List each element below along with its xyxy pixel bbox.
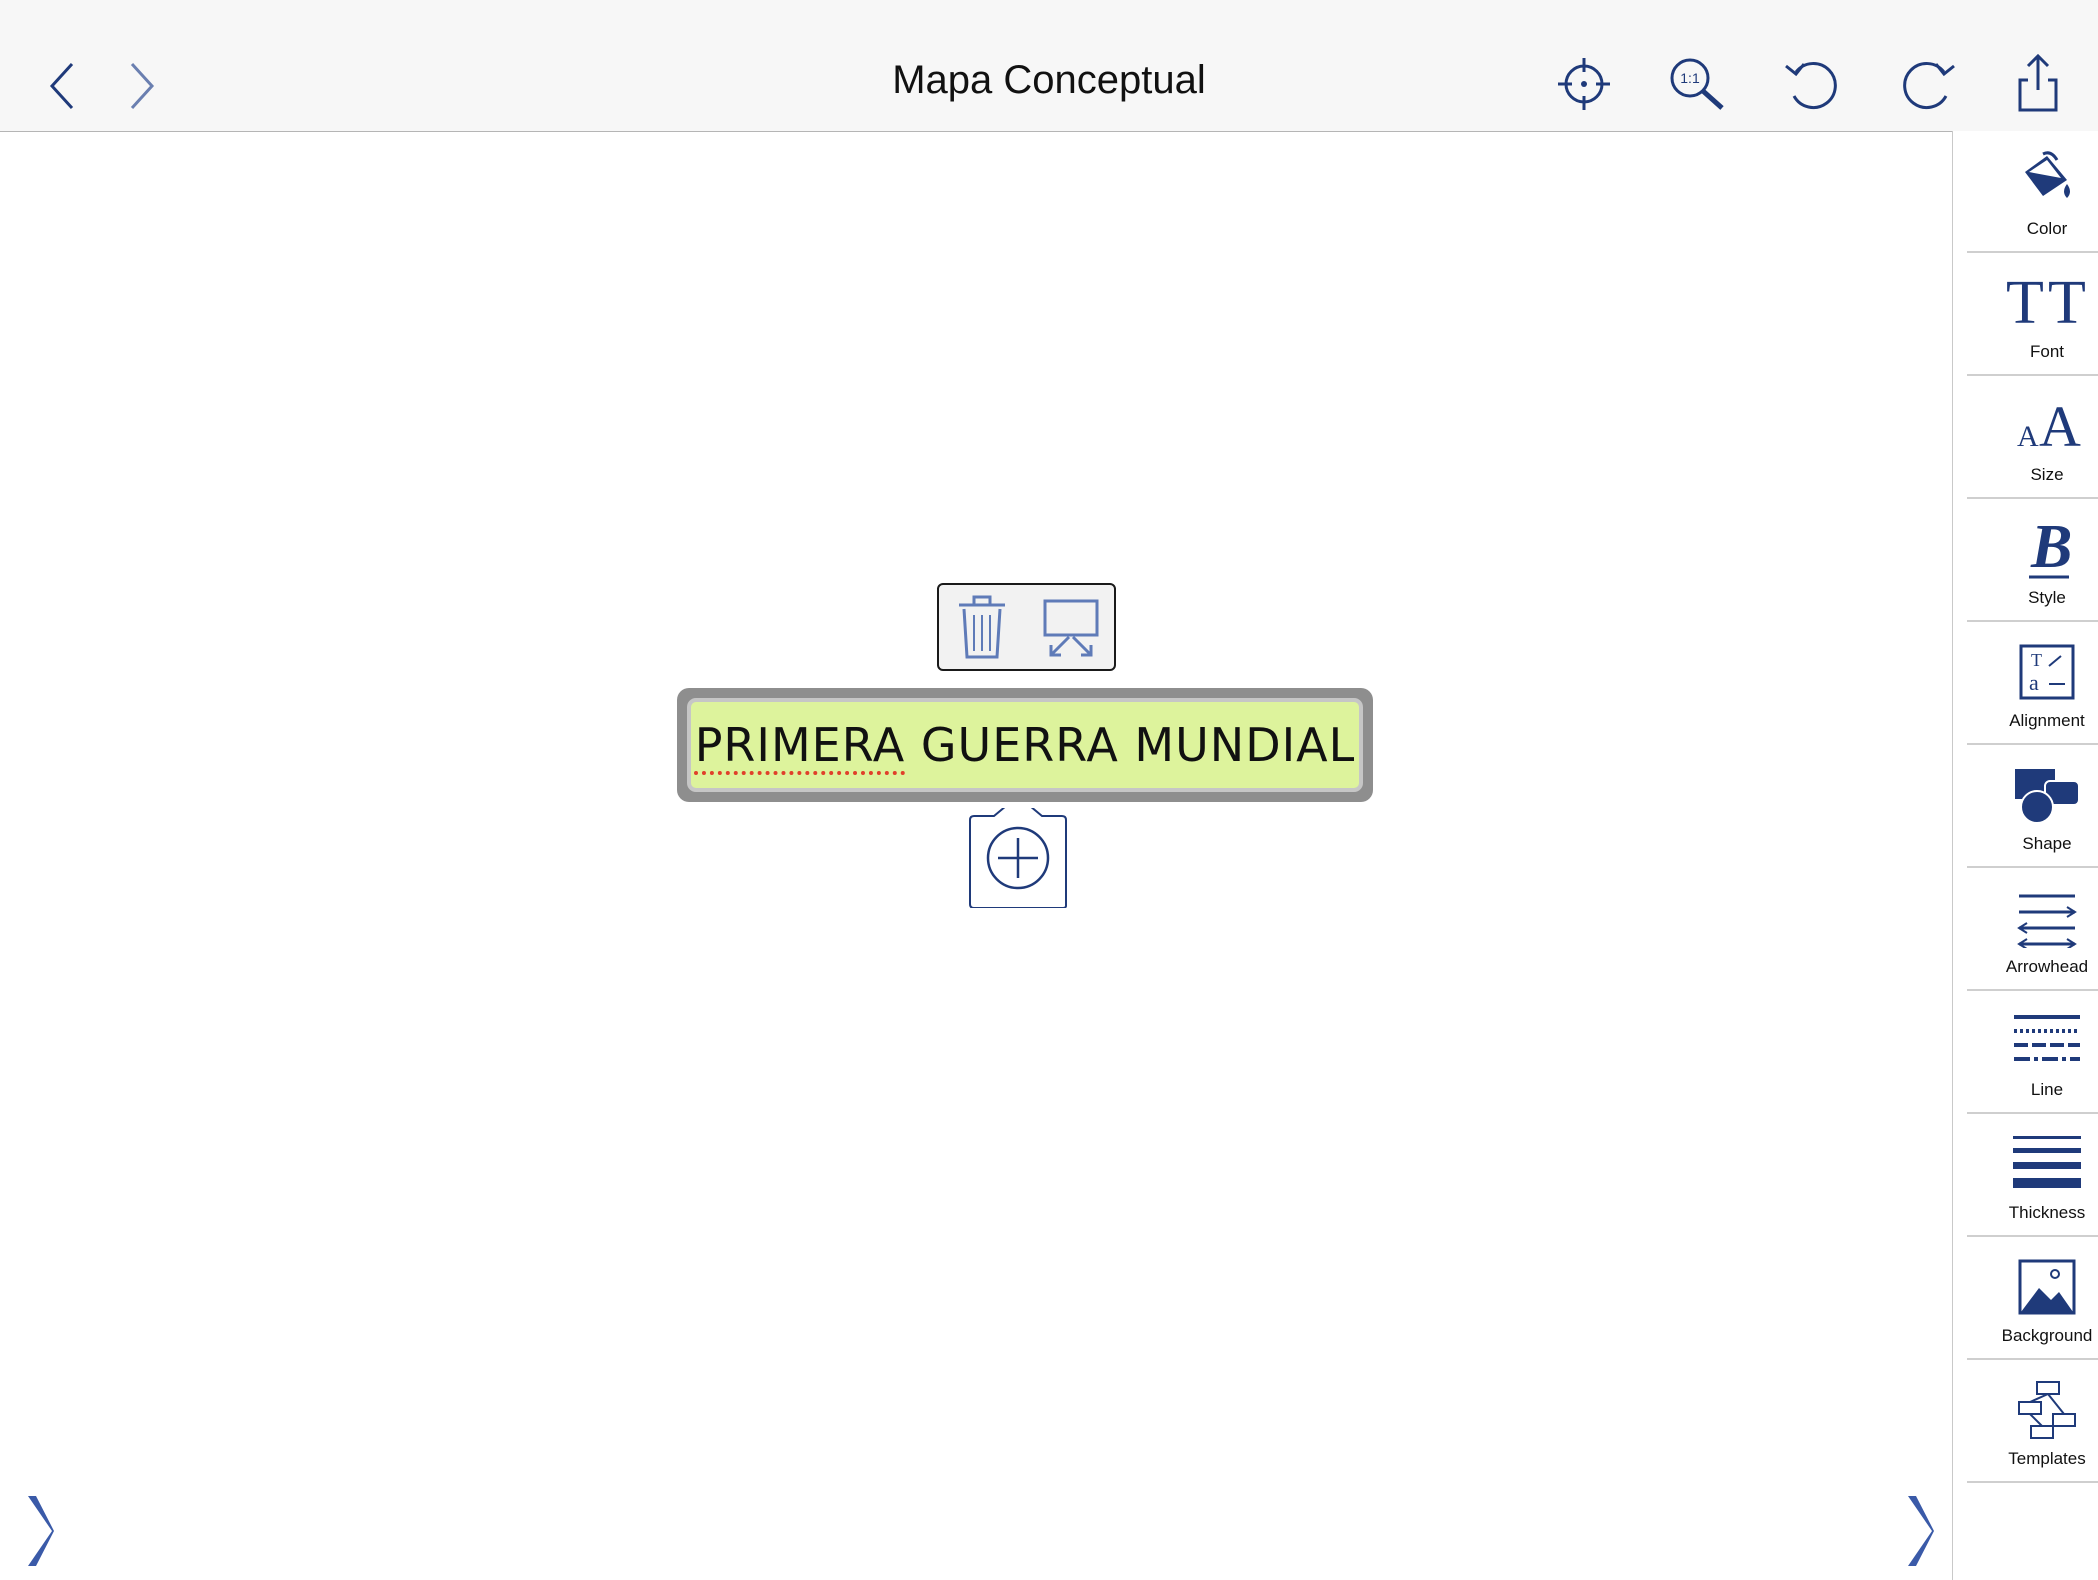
svg-text:a: a: [2029, 670, 2039, 695]
sidebar-item-label: Shape: [2022, 834, 2072, 853]
redo-button[interactable]: [1898, 58, 1958, 110]
divider: [1967, 989, 2098, 991]
trash-icon: [959, 595, 1005, 659]
share-icon: [2018, 54, 2058, 112]
sidebar-item-label: Color: [2026, 219, 2068, 238]
redo-icon: [1903, 62, 1955, 110]
chevron-right-icon: [1908, 1496, 1934, 1566]
sidebar-item-label: Templates: [2008, 1449, 2086, 1468]
divider: [1967, 1235, 2098, 1237]
background-image-icon: [2018, 1259, 2076, 1315]
sidebar-item-background[interactable]: Background: [1967, 1238, 2098, 1360]
line-style-icon: [2014, 1015, 2080, 1061]
format-sidebar: Color T T Font A A Size B Style T a Alig…: [1952, 131, 2098, 1580]
divider: [1967, 1358, 2098, 1360]
delete-node-button[interactable]: [957, 595, 1007, 659]
sidebar-item-font[interactable]: T T Font: [1967, 254, 2098, 376]
sidebar-item-line[interactable]: Line: [1967, 992, 2098, 1114]
bold-icon: B: [2029, 517, 2072, 581]
undo-icon: [1785, 62, 1837, 110]
sidebar-item-shape[interactable]: Shape: [1967, 746, 2098, 868]
svg-text:T: T: [2031, 650, 2042, 670]
zoom-reset-button[interactable]: 1:1: [1668, 56, 1726, 112]
plus-circle-icon: [969, 794, 1067, 909]
zoom-1-1-icon: 1:1: [1670, 58, 1724, 110]
sidebar-item-label: Thickness: [2008, 1203, 2086, 1222]
next-page-arrow[interactable]: [1904, 1494, 1934, 1573]
sidebar-item-label: Font: [2029, 342, 2065, 361]
divider: [1967, 1481, 2098, 1483]
divider: [1967, 374, 2098, 376]
sidebar-item-alignment[interactable]: T a Alignment: [1967, 623, 2098, 745]
divider: [1967, 866, 2098, 868]
sidebar-item-label: Alignment: [2009, 711, 2085, 730]
concept-node-body[interactable]: PRIMERA GUERRA MUNDIAL: [687, 698, 1363, 792]
sidebar-item-label: Style: [2028, 588, 2066, 607]
svg-text:A: A: [2039, 396, 2081, 456]
sidebar-item-thickness[interactable]: Thickness: [1967, 1115, 2098, 1237]
concept-node[interactable]: PRIMERA GUERRA MUNDIAL: [677, 688, 1373, 802]
sidebar-item-label: Background: [2001, 1326, 2093, 1345]
previous-page-arrow[interactable]: [24, 1494, 54, 1573]
undo-button[interactable]: [1782, 58, 1842, 110]
locate-button[interactable]: [1558, 58, 1610, 110]
node-context-toolbar: [937, 583, 1116, 671]
sidebar-item-color[interactable]: Color: [1967, 131, 2098, 253]
sidebar-item-templates[interactable]: Templates: [1967, 1361, 2098, 1483]
chevron-right-icon: [28, 1496, 54, 1566]
presentation-button[interactable]: [1043, 599, 1099, 657]
text-size-icon: A A: [2017, 396, 2081, 456]
svg-text:1:1: 1:1: [1680, 70, 1700, 86]
sidebar-item-style[interactable]: B Style: [1967, 500, 2098, 622]
svg-text:A: A: [2017, 420, 2039, 453]
thickness-icon: [2013, 1136, 2081, 1188]
presentation-icon: [1043, 599, 1099, 657]
share-button[interactable]: [2016, 54, 2060, 112]
divider: [1967, 1112, 2098, 1114]
shape-icon: [2015, 769, 2080, 824]
alignment-icon: T a: [2019, 644, 2075, 700]
sidebar-item-arrowhead[interactable]: Arrowhead: [1967, 869, 2098, 991]
divider: [1967, 743, 2098, 745]
divider: [1967, 251, 2098, 253]
sidebar-item-label: Arrowhead: [2005, 957, 2089, 976]
sidebar-item-label: Size: [2030, 465, 2064, 484]
sidebar-item-label: Line: [2030, 1080, 2064, 1099]
divider: [1967, 620, 2098, 622]
locate-icon: [1558, 58, 1610, 110]
paint-bucket-icon: [2025, 151, 2070, 198]
divider: [1967, 497, 2098, 499]
concept-node-text[interactable]: PRIMERA GUERRA MUNDIAL: [695, 718, 1356, 772]
font-icon: T T: [2006, 273, 2086, 333]
templates-icon: [2018, 1381, 2076, 1439]
arrowhead-icon: [2017, 894, 2077, 948]
svg-text:B: B: [2030, 517, 2072, 581]
svg-text:T: T: [2048, 273, 2086, 333]
sidebar-item-size[interactable]: A A Size: [1967, 377, 2098, 499]
svg-text:T: T: [2006, 273, 2044, 333]
add-child-node-button[interactable]: [968, 794, 1068, 909]
top-toolbar: Mapa Conceptual 1:1: [0, 0, 2098, 132]
